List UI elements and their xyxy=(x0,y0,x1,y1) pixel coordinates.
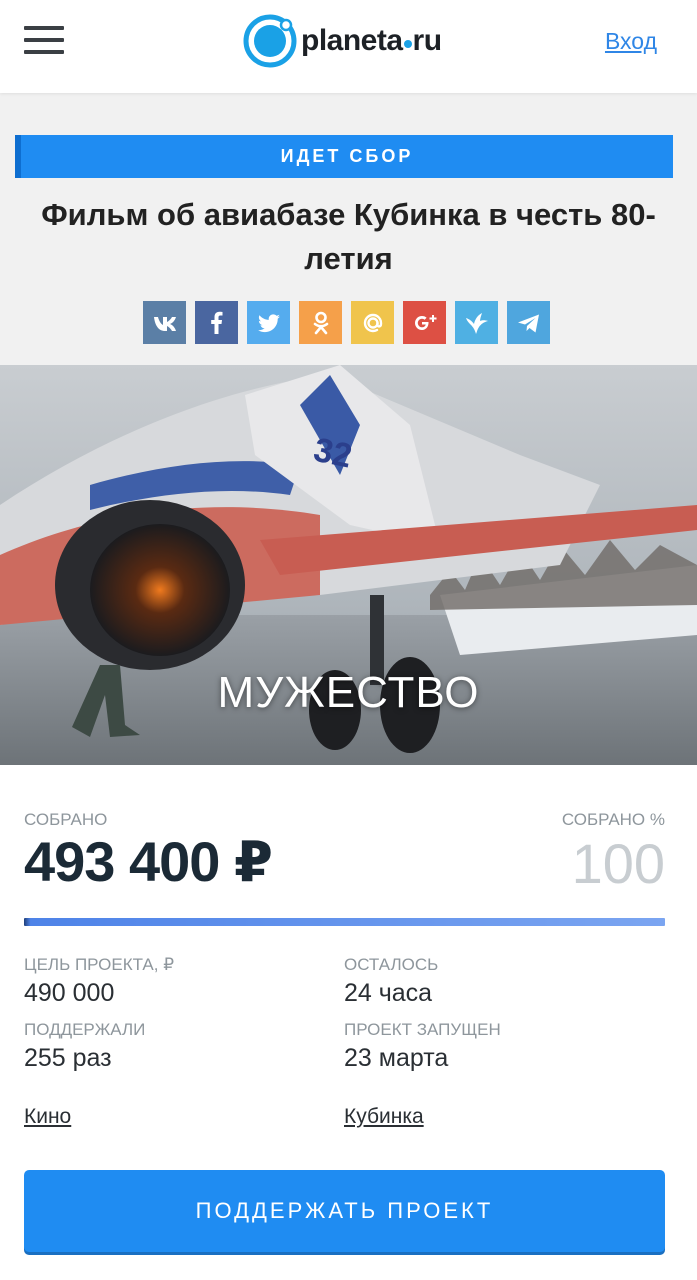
funding-stats: СОБРАНО 493 400 ₽ СОБРАНО % 100 ЦЕЛЬ ПРО… xyxy=(0,765,697,1280)
category-link[interactable]: Кино xyxy=(24,1105,71,1129)
project-header: ИДЕТ СБОР Фильм об авиабазе Кубинка в че… xyxy=(0,93,697,365)
launched-label: ПРОЕКТ ЗАПУЩЕН xyxy=(344,1020,501,1039)
launched-value: 23 марта xyxy=(344,1044,449,1072)
project-title: Фильм об авиабазе Кубинка в честь 80-лет… xyxy=(41,197,656,276)
planeta-logo-icon xyxy=(243,14,297,68)
mail-share-button[interactable] xyxy=(351,301,394,344)
support-project-button[interactable]: ПОДДЕРЖАТЬ ПРОЕКТ xyxy=(24,1170,665,1252)
logo-text: planeta ru xyxy=(301,24,442,58)
liveinternet-share-button[interactable] xyxy=(455,301,498,344)
menu-icon[interactable] xyxy=(24,24,66,58)
remaining-label: ОСТАЛОСЬ xyxy=(344,955,439,974)
logo-dot xyxy=(403,40,412,48)
telegram-icon xyxy=(517,314,539,332)
twitter-icon xyxy=(257,313,280,332)
bird-icon xyxy=(465,312,488,334)
vk-share-button[interactable] xyxy=(143,301,186,344)
logo-text-main: planeta xyxy=(301,24,403,57)
collected-percent-value: 100 xyxy=(571,832,665,895)
top-bar: planeta ru Вход xyxy=(0,0,697,93)
google-plus-share-button[interactable] xyxy=(403,301,446,344)
odnoklassniki-icon xyxy=(313,311,328,334)
status-badge: ИДЕТ СБОР xyxy=(15,135,673,178)
collected-label: СОБРАНО xyxy=(24,810,108,829)
remaining-value: 24 часа xyxy=(344,979,433,1007)
funding-progress-bar xyxy=(24,918,665,926)
goal-label: ЦЕЛЬ ПРОЕКТА, ₽ xyxy=(24,955,175,974)
collected-percent-label: СОБРАНО % xyxy=(561,810,665,829)
funding-progress-fill xyxy=(24,918,665,926)
facebook-icon xyxy=(210,311,222,334)
city-link[interactable]: Кубинка xyxy=(344,1105,424,1129)
google-plus-icon xyxy=(414,314,436,330)
login-link[interactable]: Вход xyxy=(605,28,657,55)
backers-label: ПОДДЕРЖАЛИ xyxy=(24,1020,146,1039)
cover-caption: МУЖЕСТВО xyxy=(217,668,480,717)
twitter-share-button[interactable] xyxy=(247,301,290,344)
logo[interactable]: planeta ru xyxy=(243,14,442,68)
vk-icon xyxy=(153,316,176,331)
odnoklassniki-share-button[interactable] xyxy=(299,301,342,344)
logo-text-domain: ru xyxy=(412,24,443,57)
collected-amount: 493 400 ₽ xyxy=(24,830,273,893)
mail-at-icon xyxy=(363,313,382,332)
telegram-share-button[interactable] xyxy=(507,301,550,344)
share-buttons xyxy=(143,301,550,344)
facebook-share-button[interactable] xyxy=(195,301,238,344)
svg-text:32: 32 xyxy=(310,431,355,476)
backers-value: 255 раз xyxy=(24,1044,112,1072)
goal-value: 490 000 xyxy=(24,979,115,1007)
